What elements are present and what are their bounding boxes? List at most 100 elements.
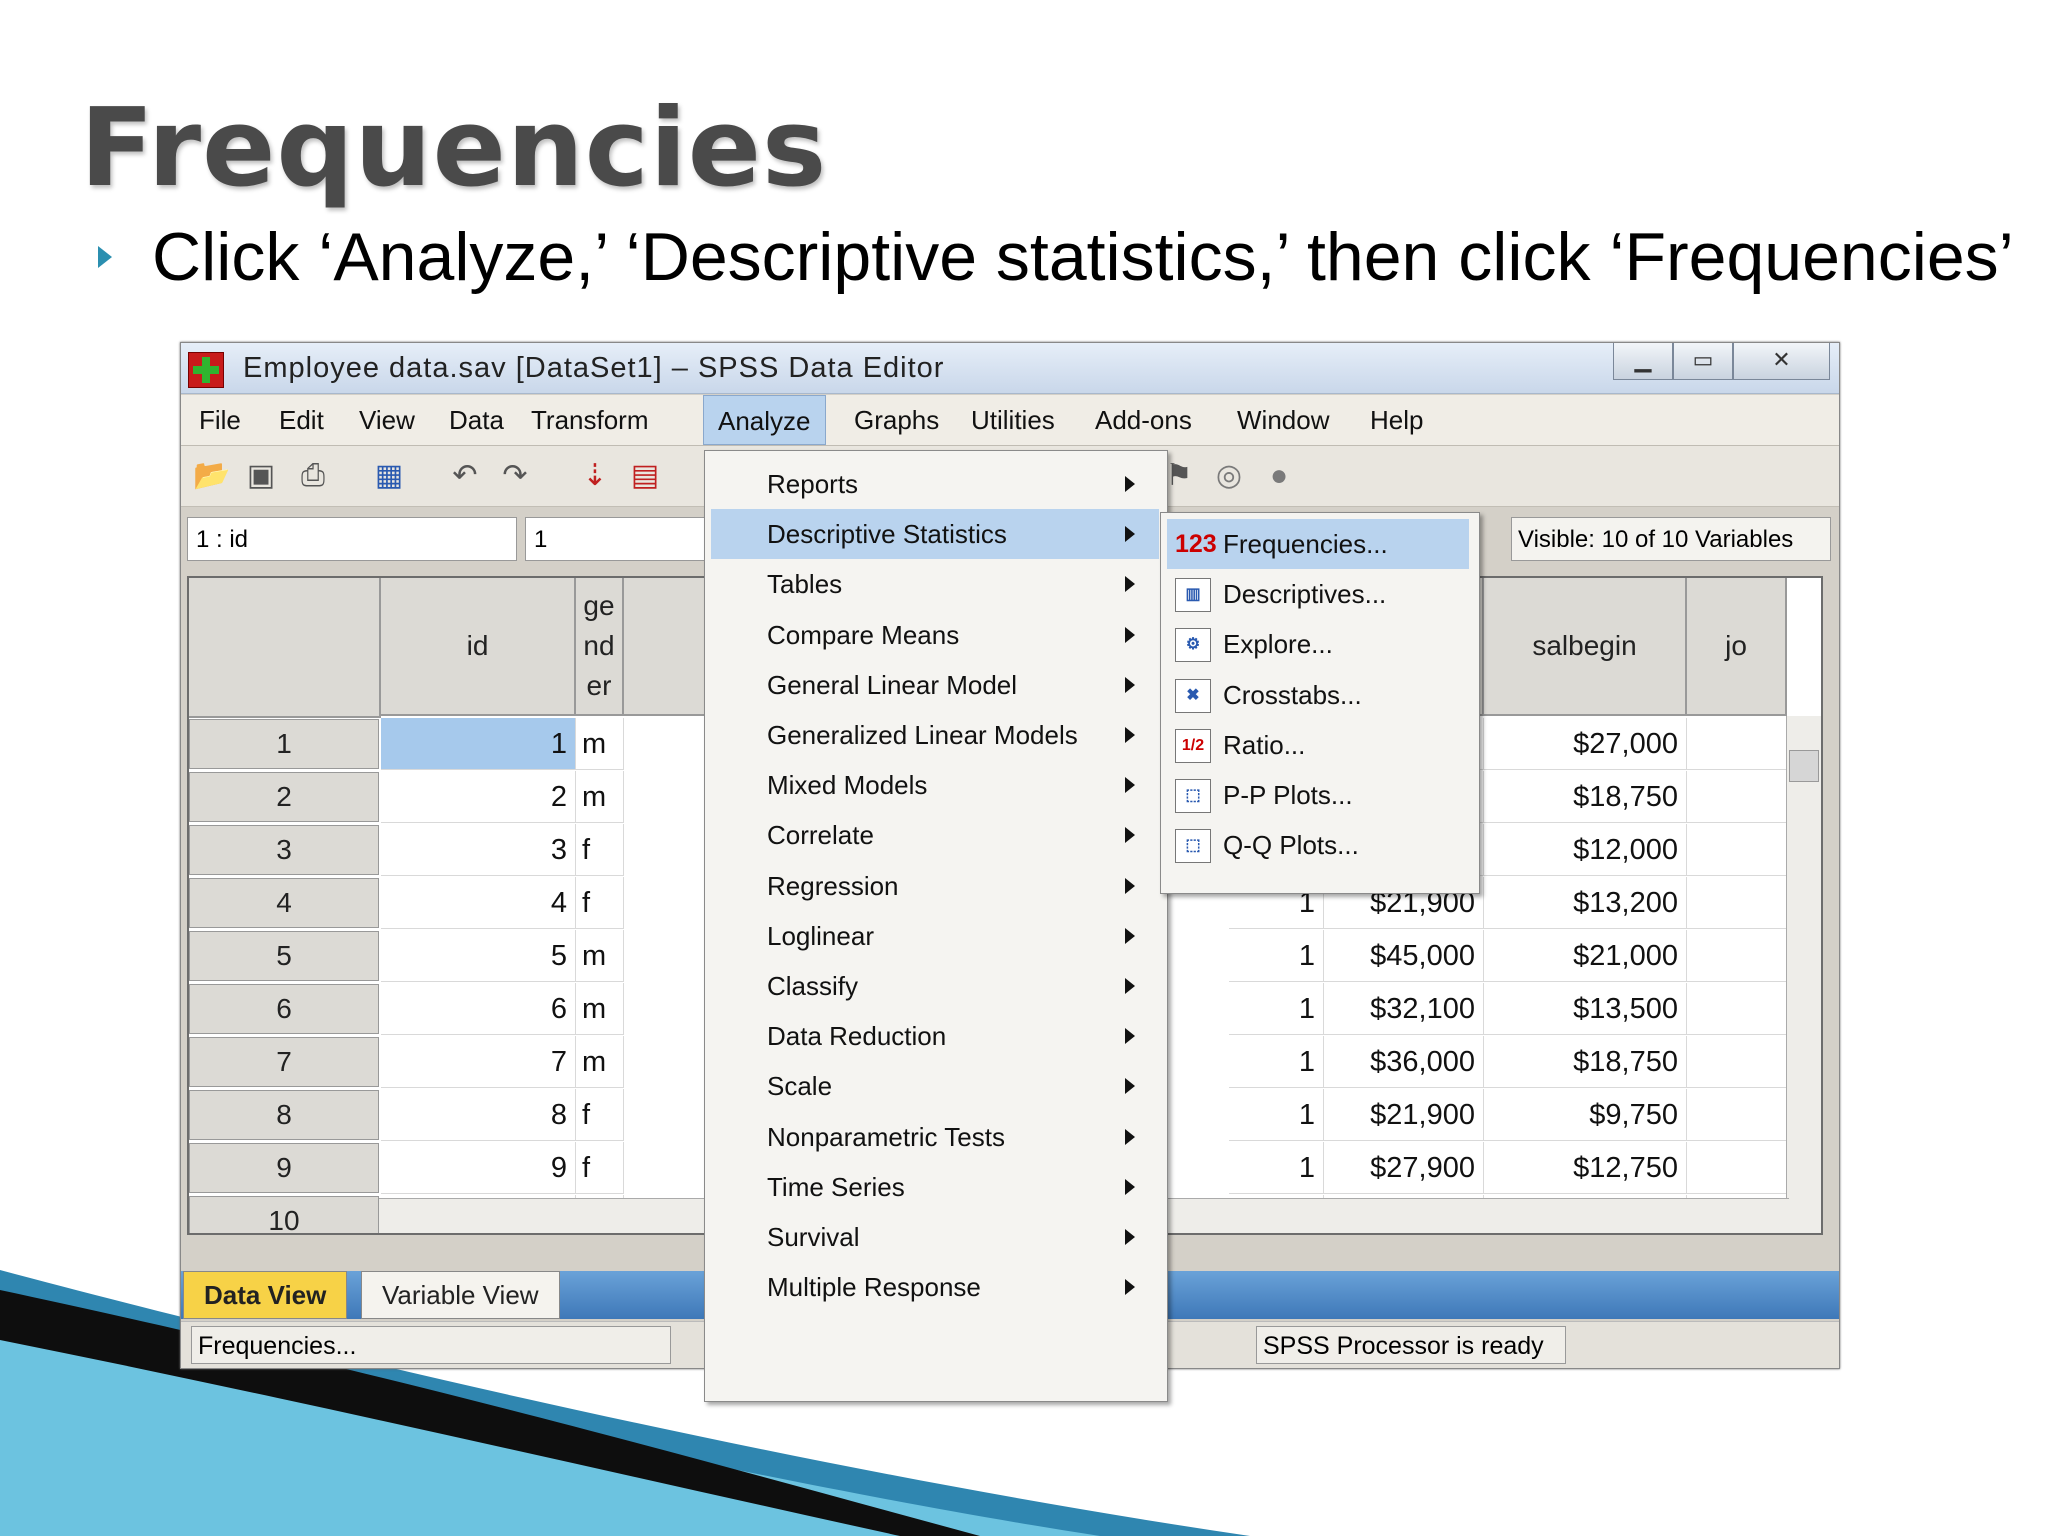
analyze-menu-item[interactable]: Regression [711,861,1159,911]
analyze-menu-item[interactable]: Loglinear [711,911,1159,961]
cell-id[interactable]: 4 [381,877,576,929]
menu-graphs[interactable]: Graphs [840,395,953,445]
menu-data[interactable]: Data [435,395,518,445]
cell-gender[interactable]: m [576,771,624,823]
goto-variable-icon[interactable]: ▤ [627,458,663,494]
cell-salary[interactable]: $27,900 [1324,1142,1484,1194]
analyze-menu-item[interactable]: Classify [711,961,1159,1011]
goto-case-icon[interactable]: ⇣ [577,458,613,494]
cell-salbegin[interactable]: $18,750 [1484,1036,1687,1088]
cell-id[interactable]: 1 [381,718,576,770]
cell-salbegin[interactable]: $12,000 [1484,824,1687,876]
analyze-menu-item[interactable]: Multiple Response [711,1262,1159,1312]
row-header[interactable]: 4 [189,878,379,928]
analyze-menu-item[interactable]: Generalized Linear Models [711,710,1159,760]
cell-salary[interactable]: $21,900 [1324,1089,1484,1141]
minimize-button[interactable]: ▁ [1613,343,1673,380]
cell-jobtime[interactable] [1687,877,1787,929]
cell-id[interactable]: 6 [381,983,576,1035]
analyze-menu-item[interactable]: Tables [711,559,1159,609]
row-header[interactable]: 10 [189,1196,379,1233]
row-header[interactable]: 9 [189,1143,379,1193]
open-folder-icon[interactable]: 📂 [193,458,230,494]
analyze-menu-item[interactable]: Time Series [711,1162,1159,1212]
cell-gender[interactable]: m [576,983,624,1035]
menu-view[interactable]: View [345,395,429,445]
cell-salbegin[interactable]: $12,750 [1484,1142,1687,1194]
tab-variable-view[interactable]: Variable View [361,1271,560,1319]
cell-id[interactable]: 5 [381,930,576,982]
cell-jobtime[interactable] [1687,1142,1787,1194]
dialog-recall-icon[interactable]: ▦ [371,458,407,494]
menu-utilities[interactable]: Utilities [957,395,1069,445]
cell-jobtime[interactable] [1687,824,1787,876]
row-header[interactable]: 8 [189,1090,379,1140]
cell-salbegin[interactable]: $18,750 [1484,771,1687,823]
menu-help[interactable]: Help [1356,395,1437,445]
column-header-gender[interactable]: ge nd er [576,578,624,716]
submenu-item-ppplots[interactable]: ⬚ P-P Plots... [1167,770,1469,820]
cell-gender[interactable]: f [576,1089,624,1141]
row-header[interactable]: 6 [189,984,379,1034]
analyze-menu-item[interactable]: Mixed Models [711,760,1159,810]
analyze-menu-item[interactable]: Nonparametric Tests [711,1112,1159,1162]
cell-jobtime[interactable] [1687,983,1787,1035]
cell-jobtime[interactable] [1687,718,1787,770]
submenu-item-qqplots[interactable]: ⬚ Q-Q Plots... [1167,820,1469,870]
menu-edit[interactable]: Edit [265,395,338,445]
analyze-menu-item[interactable]: Compare Means [711,610,1159,660]
submenu-item-crosstabs[interactable]: ✖ Crosstabs... [1167,670,1469,720]
cell-salbegin[interactable]: $27,000 [1484,718,1687,770]
submenu-item-explore[interactable]: ⚙ Explore... [1167,619,1469,669]
cell-id[interactable]: 7 [381,1036,576,1088]
submenu-item-ratio[interactable]: 1/2 Ratio... [1167,720,1469,770]
analyze-menu-item[interactable]: Correlate [711,810,1159,860]
row-header[interactable]: 5 [189,931,379,981]
cell-salbegin[interactable]: $13,200 [1484,877,1687,929]
cell-salbegin[interactable]: $9,750 [1484,1089,1687,1141]
cell-minority[interactable]: 1 [1229,1142,1324,1194]
cell-jobtime[interactable] [1687,771,1787,823]
cell-jobtime[interactable] [1687,930,1787,982]
show-all-variables-icon[interactable]: ● [1261,458,1297,494]
cell-salbegin[interactable]: $13,500 [1484,983,1687,1035]
undo-icon[interactable]: ↶ [447,458,483,494]
vertical-scroll-thumb[interactable] [1789,750,1819,782]
cell-salary[interactable]: $32,100 [1324,983,1484,1035]
column-header-salbegin[interactable]: salbegin [1484,578,1687,716]
menu-add-ons[interactable]: Add-ons [1081,395,1206,445]
cell-minority[interactable]: 1 [1229,1036,1324,1088]
print-icon[interactable]: ⎙ [295,458,331,494]
column-header-id[interactable]: id [381,578,576,716]
analyze-menu-item[interactable]: Survival [711,1212,1159,1262]
cell-salary[interactable]: $36,000 [1324,1036,1484,1088]
cell-id[interactable]: 3 [381,824,576,876]
cell-jobtime[interactable] [1687,1089,1787,1141]
analyze-menu-item[interactable]: Reports [711,459,1159,509]
save-icon[interactable]: ▣ [243,458,279,494]
row-header[interactable]: 2 [189,772,379,822]
submenu-item-descriptives[interactable]: ▥ Descriptives... [1167,569,1469,619]
cell-id[interactable]: 2 [381,771,576,823]
menu-window[interactable]: Window [1223,395,1343,445]
menu-transform[interactable]: Transform [517,395,663,445]
cell-gender[interactable]: m [576,930,624,982]
cell-gender[interactable]: f [576,877,624,929]
cell-minority[interactable]: 1 [1229,1089,1324,1141]
grid-corner[interactable] [189,578,381,718]
cell-minority[interactable]: 1 [1229,983,1324,1035]
use-sets-icon[interactable]: ◎ [1211,458,1247,494]
row-header[interactable]: 1 [189,719,379,769]
cell-gender[interactable]: m [576,718,624,770]
analyze-menu-item[interactable]: Data Reduction [711,1011,1159,1061]
menu-analyze[interactable]: Analyze [703,395,826,445]
analyze-menu-item[interactable]: Scale [711,1061,1159,1111]
cell-gender[interactable]: m [576,1036,624,1088]
row-header[interactable]: 3 [189,825,379,875]
vertical-scrollbar[interactable] [1786,716,1821,1233]
maximize-button[interactable]: ▭ [1673,343,1733,380]
close-button[interactable]: ✕ [1733,343,1830,380]
cell-salary[interactable]: $45,000 [1324,930,1484,982]
cell-gender[interactable]: f [576,824,624,876]
window-titlebar[interactable]: Employee data.sav [DataSet1] – SPSS Data… [181,343,1839,394]
